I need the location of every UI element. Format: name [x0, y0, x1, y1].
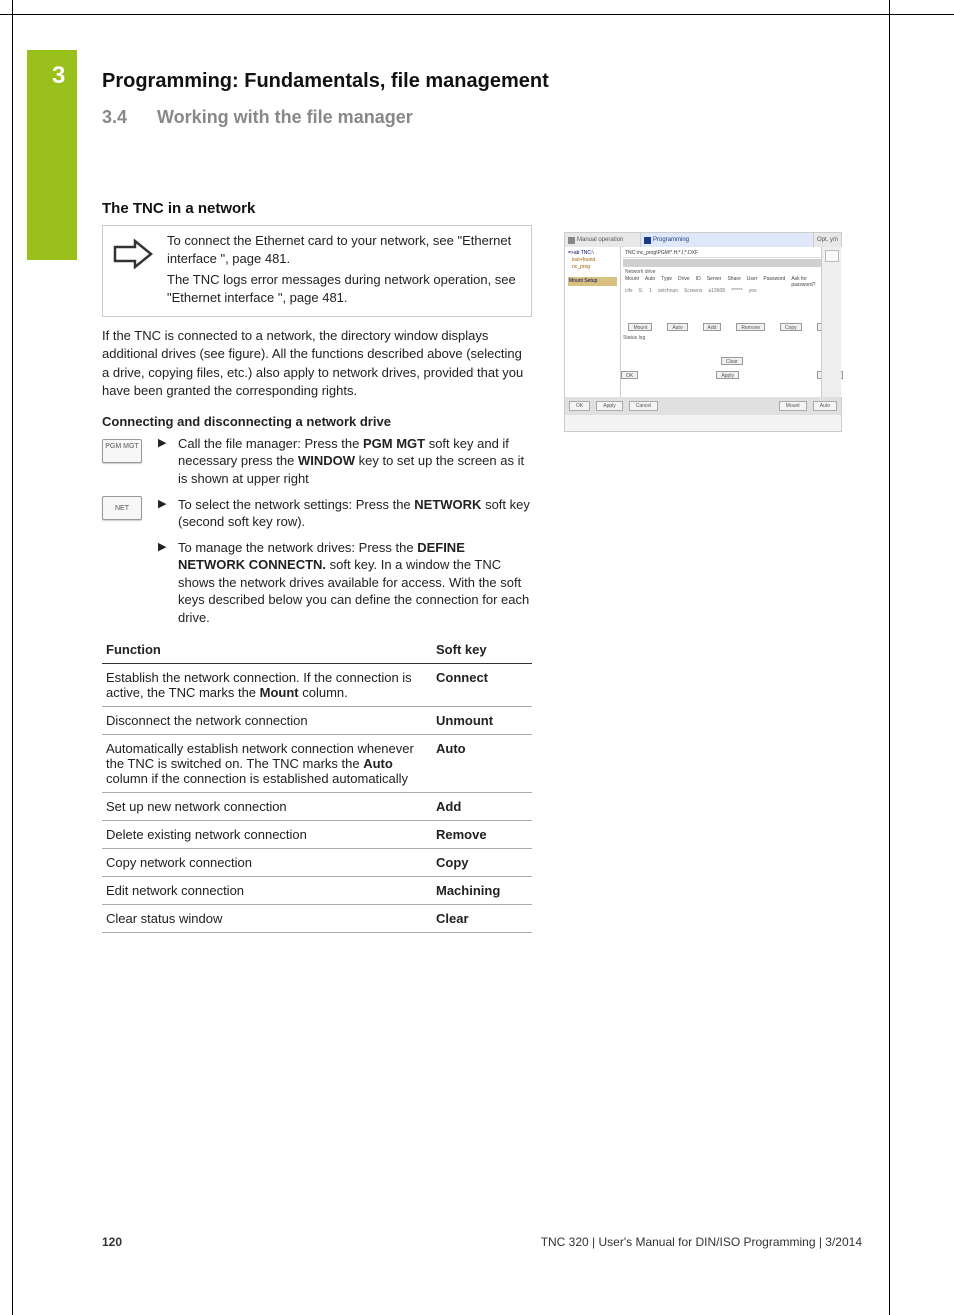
td-softkey: Copy	[432, 849, 532, 877]
td-function: Disconnect the network connection	[102, 707, 432, 735]
td-softkey: Connect	[432, 664, 532, 707]
body-paragraph: If the TNC is connected to a network, th…	[102, 327, 532, 400]
section-number: 3.4	[102, 107, 152, 128]
table-row: Set up new network connectionAdd	[102, 793, 532, 821]
softkey-net: NET	[102, 496, 142, 520]
bullet-icon: ▶	[158, 539, 170, 553]
td-function: Automatically establish network connecti…	[102, 735, 432, 793]
step-text: Call the file manager: Press the PGM MGT…	[178, 435, 532, 488]
crop-mark-left	[12, 0, 13, 1315]
page-number: 120	[102, 1235, 122, 1249]
steps-list: PGM MGT ▶ Call the file manager: Press t…	[102, 435, 532, 626]
footer-text: TNC 320 | User's Manual for DIN/ISO Prog…	[541, 1235, 862, 1249]
section-title: Working with the file manager	[157, 107, 413, 127]
step-text: To select the network settings: Press th…	[178, 496, 532, 531]
table-row: Establish the network connection. If the…	[102, 664, 532, 707]
function-table: Function Soft key Establish the network …	[102, 636, 532, 933]
bullet-icon: ▶	[158, 435, 170, 449]
table-row: Copy network connectionCopy	[102, 849, 532, 877]
td-function: Clear status window	[102, 905, 432, 933]
td-function: Edit network connection	[102, 877, 432, 905]
table-row: Automatically establish network connecti…	[102, 735, 532, 793]
td-function: Delete existing network connection	[102, 821, 432, 849]
step-item: ▶ To manage the network drives: Press th…	[102, 539, 532, 627]
td-softkey: Add	[432, 793, 532, 821]
step-text: To manage the network drives: Press the …	[178, 539, 532, 627]
td-function: Set up new network connection	[102, 793, 432, 821]
info-callout: To connect the Ethernet card to your net…	[102, 225, 532, 317]
chapter-number: 3	[52, 62, 65, 90]
td-softkey: Unmount	[432, 707, 532, 735]
td-function: Establish the network connection. If the…	[102, 664, 432, 707]
table-row: Delete existing network connectionRemove	[102, 821, 532, 849]
callout-line-1: To connect the Ethernet card to your net…	[167, 232, 523, 267]
table-row: Edit network connectionMachining	[102, 877, 532, 905]
step-item: PGM MGT ▶ Call the file manager: Press t…	[102, 435, 532, 488]
td-function: Copy network connection	[102, 849, 432, 877]
section-heading: 3.4 Working with the file manager	[102, 107, 862, 128]
page-footer: 120 TNC 320 | User's Manual for DIN/ISO …	[102, 1235, 862, 1249]
td-softkey: Auto	[432, 735, 532, 793]
softkey-pgm-mgt: PGM MGT	[102, 439, 142, 463]
callout-line-2: The TNC logs error messages during netwo…	[167, 271, 523, 306]
chapter-title: Programming: Fundamentals, file manageme…	[102, 70, 862, 93]
arrow-icon	[111, 232, 155, 276]
table-row: Disconnect the network connectionUnmount	[102, 707, 532, 735]
th-function: Function	[102, 636, 432, 664]
bullet-icon: ▶	[158, 496, 170, 510]
crop-mark-right	[889, 0, 890, 1315]
step-item: NET ▶ To select the network settings: Pr…	[102, 496, 532, 531]
th-softkey: Soft key	[432, 636, 532, 664]
td-softkey: Remove	[432, 821, 532, 849]
table-row: Clear status windowClear	[102, 905, 532, 933]
crop-mark-top	[0, 14, 954, 15]
sub-subsection-title: Connecting and disconnecting a network d…	[102, 414, 862, 429]
subsection-title: The TNC in a network	[102, 200, 862, 217]
td-softkey: Machining	[432, 877, 532, 905]
td-softkey: Clear	[432, 905, 532, 933]
